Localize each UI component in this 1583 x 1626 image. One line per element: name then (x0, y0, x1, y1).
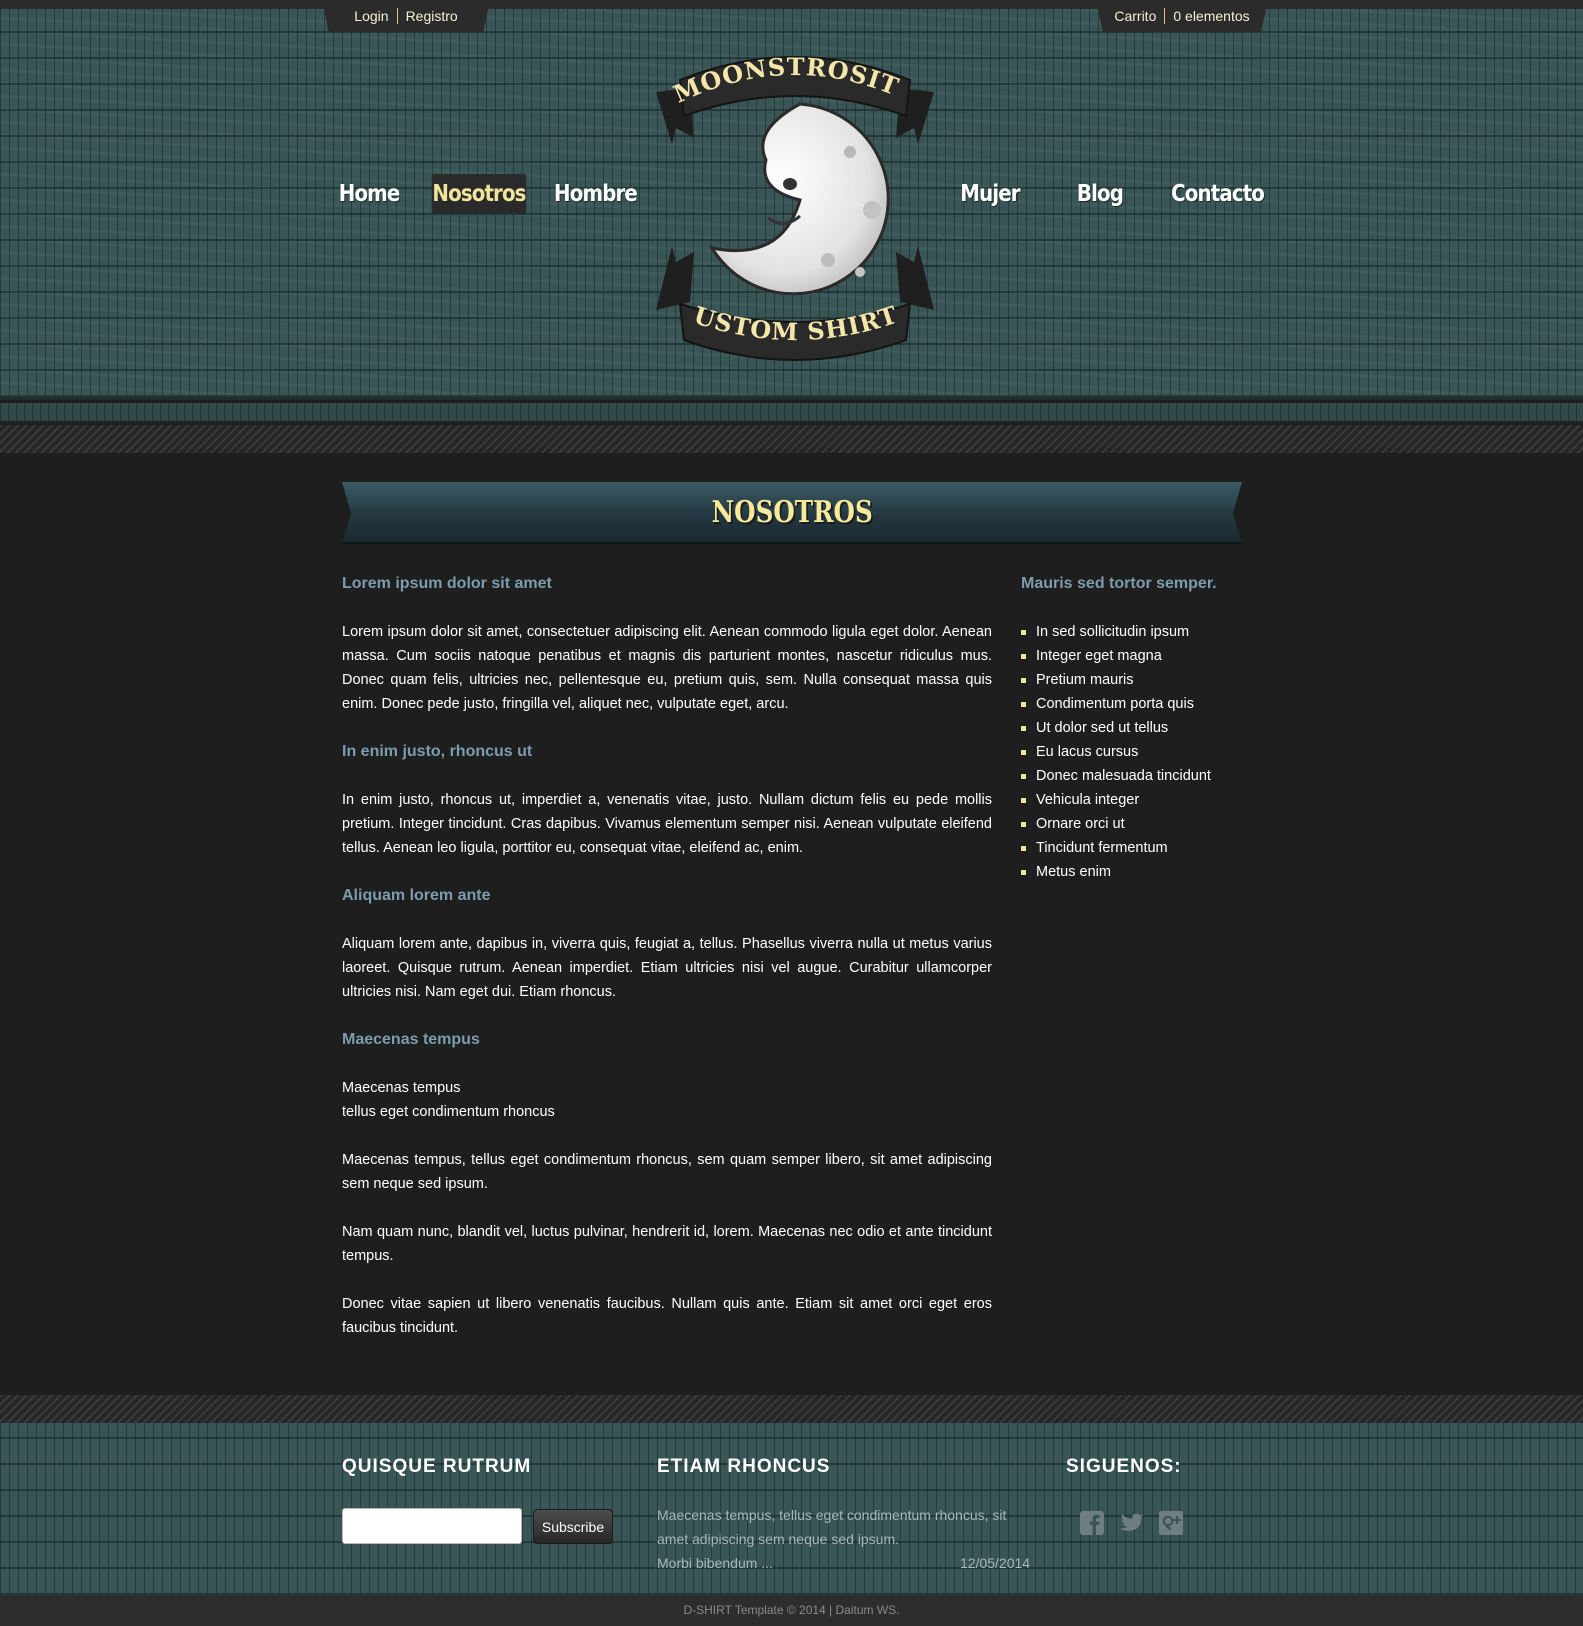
facebook-icon[interactable] (1078, 1509, 1106, 1537)
nav-nosotros[interactable]: Nosotros (431, 174, 526, 214)
account-tab: Login Registro (322, 0, 490, 32)
sidebar: Mauris sed tortor semper. In sed sollici… (1021, 572, 1261, 884)
cart-count-link[interactable]: 0 elementos (1173, 0, 1249, 32)
sidebar-list-item: In sed sollicitudin ipsum (1021, 620, 1261, 644)
section-paragraph: Nam quam nunc, blandit vel, luctus pulvi… (342, 1224, 992, 1264)
sidebar-list-item: Metus enim (1021, 860, 1261, 884)
footer-post-more-link[interactable]: Morbi bibendum ... (657, 1551, 773, 1575)
hatch-divider (0, 425, 1583, 453)
section-paragraph: In enim justo, rhoncus ut, imperdiet a, … (342, 792, 992, 856)
register-link[interactable]: Registro (406, 0, 458, 32)
section-heading: In enim justo, rhoncus ut (342, 743, 533, 760)
section-paragraph: Maecenas tempus tellus eget condimentum … (342, 1080, 555, 1120)
nav-hombre[interactable]: Hombre (554, 174, 638, 214)
sidebar-list: In sed sollicitudin ipsum Integer eget m… (1021, 620, 1261, 884)
footer-title-subscribe: QUISQUE RUTRUM (342, 1456, 532, 1477)
header-strip (0, 403, 1583, 423)
subscribe-button[interactable]: Subscribe (533, 1509, 613, 1544)
section-paragraph: Donec vitae sapien ut libero venenatis f… (342, 1296, 992, 1336)
footer-post-date: 12/05/2014 (960, 1555, 1031, 1571)
copyright-bar: D-SHIRT Template © 2014 | Daitum WS. (0, 1595, 1583, 1626)
main-content: Lorem ipsum dolor sit amet Lorem ipsum d… (342, 572, 992, 1364)
section-paragraph: Maecenas tempus, tellus eget condimentum… (342, 1152, 992, 1192)
sidebar-list-item: Donec malesuada tincidunt (1021, 764, 1261, 788)
section-paragraph: Lorem ipsum dolor sit amet, consectetuer… (342, 624, 992, 712)
section-heading: Lorem ipsum dolor sit amet (342, 575, 552, 592)
section-paragraph: Aliquam lorem ante, dapibus in, viverra … (342, 936, 992, 1000)
site-logo[interactable]: MOONSTROSITY CUSTOM SHIRTS (650, 40, 940, 380)
footer-post-text: Maecenas tempus, tellus eget condimentum… (657, 1507, 1007, 1547)
sidebar-list-item: Condimentum porta quis (1021, 692, 1261, 716)
section-heading: Maecenas tempus (342, 1031, 480, 1048)
sidebar-list-item: Ut dolor sed ut tellus (1021, 716, 1261, 740)
google-plus-icon[interactable] (1157, 1509, 1185, 1537)
cart-link[interactable]: Carrito (1114, 0, 1156, 32)
site-footer: QUISQUE RUTRUM Subscribe ETIAM RHONCUS M… (0, 1423, 1583, 1595)
nav-blog[interactable]: Blog (1076, 174, 1124, 214)
subscribe-email-input[interactable] (342, 1508, 522, 1544)
cart-tab: Carrito 0 elementos (1096, 0, 1268, 32)
section-heading: Aliquam lorem ante (342, 887, 491, 904)
page-title-banner: NOSOTROS (342, 482, 1242, 544)
site-header: Login Registro Carrito 0 elementos Home … (0, 0, 1583, 400)
sidebar-list-item: Eu lacus cursus (1021, 740, 1261, 764)
nav-home[interactable]: Home (339, 174, 401, 214)
copyright-text: D-SHIRT Template © 2014 | Daitum WS. (683, 1603, 900, 1617)
topbar-line (0, 0, 1583, 9)
sidebar-list-item: Pretium mauris (1021, 668, 1261, 692)
login-link[interactable]: Login (354, 0, 388, 32)
page-title: NOSOTROS (711, 495, 873, 530)
hatch-divider (0, 1395, 1583, 1423)
nav-mujer[interactable]: Mujer (959, 174, 1021, 214)
twitter-icon[interactable] (1118, 1509, 1146, 1537)
sidebar-list-item: Ornare orci ut (1021, 812, 1261, 836)
nav-contacto[interactable]: Contacto (1171, 174, 1265, 214)
divider (396, 8, 398, 24)
sidebar-list-item: Integer eget magna (1021, 644, 1261, 668)
sidebar-list-item: Tincidunt fermentum (1021, 836, 1261, 860)
footer-title-posts: ETIAM RHONCUS (657, 1456, 831, 1477)
sidebar-heading: Mauris sed tortor semper. (1021, 575, 1217, 592)
footer-title-social: SIGUENOS: (1066, 1456, 1182, 1477)
divider (1164, 8, 1166, 24)
sidebar-list-item: Vehicula integer (1021, 788, 1261, 812)
